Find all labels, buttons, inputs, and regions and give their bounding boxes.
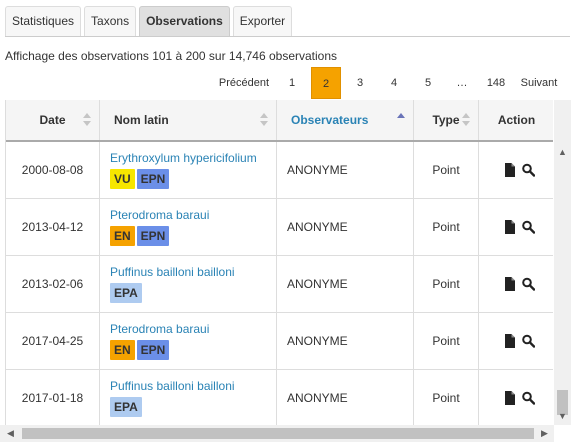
cell-nom-latin: Pterodroma baraui EN EPN (100, 313, 277, 369)
taxon-link[interactable]: Puffinus bailloni bailloni (110, 379, 276, 394)
cell-nom-latin: Puffinus bailloni bailloni EPA (100, 370, 277, 425)
cell-observateur: ANONYME (277, 313, 414, 369)
tab-exporter[interactable]: Exporter (232, 6, 293, 37)
table-body: 2000-08-08 Erythroxylum hypericifolium V… (6, 142, 553, 425)
sort-icon (83, 113, 91, 127)
horizontal-scrollbar[interactable]: ◀ ▶ (0, 425, 554, 442)
column-header-nom-latin[interactable]: Nom latin (100, 100, 277, 140)
cell-action (479, 199, 553, 255)
sort-icon (462, 113, 470, 127)
magnifier-icon[interactable] (522, 391, 540, 407)
tab-taxons[interactable]: Taxons (84, 6, 137, 37)
sort-icon (260, 113, 268, 127)
scroll-left-icon[interactable]: ◀ (2, 425, 19, 442)
table-row: 2017-04-25 Pterodroma baraui EN EPN ANONY… (6, 313, 553, 370)
pager-page-4[interactable]: 4 (377, 67, 411, 99)
pager-page-2-current[interactable]: 2 (311, 67, 341, 99)
scroll-right-icon[interactable]: ▶ (536, 425, 553, 442)
document-icon[interactable] (504, 163, 522, 179)
cell-observateur: ANONYME (277, 370, 414, 425)
horizontal-scroll-thumb[interactable] (22, 428, 534, 439)
table-header: Date Nom latin Observateurs Type Action (6, 100, 553, 142)
taxon-link[interactable]: Erythroxylum hypericifolium (110, 151, 276, 166)
magnifier-icon[interactable] (522, 277, 540, 293)
cell-type: Point (414, 313, 479, 369)
status-badge: EPN (136, 226, 170, 246)
cell-type: Point (414, 142, 479, 198)
badge-group: EN EPN (110, 226, 276, 246)
pager-page-5[interactable]: 5 (411, 67, 445, 99)
table-row: 2013-02-06 Puffinus bailloni bailloni EP… (6, 256, 553, 313)
table-row: 2017-01-18 Puffinus bailloni bailloni EP… (6, 370, 553, 425)
column-header-action: Action (497, 113, 536, 127)
column-header-observateurs[interactable]: Observateurs (277, 100, 414, 140)
table-row: 2013-04-12 Pterodroma baraui EN EPN ANONY… (6, 199, 553, 256)
tab-bar: Statistiques Taxons Observations Exporte… (5, 6, 295, 37)
cell-action (479, 370, 553, 425)
taxon-link[interactable]: Pterodroma baraui (110, 322, 276, 337)
table-row: 2000-08-08 Erythroxylum hypericifolium V… (6, 142, 553, 199)
tab-statistiques[interactable]: Statistiques (5, 6, 82, 37)
observations-table: Date Nom latin Observateurs Type Action … (5, 100, 553, 425)
document-icon[interactable] (504, 277, 522, 293)
badge-group: EPA (110, 283, 276, 303)
cell-observateur: ANONYME (277, 142, 414, 198)
badge-group: EPA (110, 397, 276, 417)
magnifier-icon[interactable] (522, 334, 540, 350)
badge-group: EN EPN (110, 340, 276, 360)
cell-type: Point (414, 370, 479, 425)
scroll-up-icon[interactable]: ▲ (554, 144, 571, 161)
pagination: Précédent 1 2 3 4 5 … 148 Suivant (213, 67, 565, 99)
status-badge: EPN (136, 340, 170, 360)
status-badge: EN (110, 340, 135, 360)
pager-page-last[interactable]: 148 (479, 67, 513, 99)
sort-ascending-icon (397, 113, 405, 127)
cell-date: 2017-04-25 (6, 313, 100, 369)
vertical-scrollbar[interactable]: ▲ ▼ (554, 100, 571, 425)
cell-nom-latin: Pterodroma baraui EN EPN (100, 199, 277, 255)
column-header-date[interactable]: Date (6, 100, 100, 140)
cell-action (479, 313, 553, 369)
document-icon[interactable] (504, 391, 522, 407)
pager-page-3[interactable]: 3 (343, 67, 377, 99)
magnifier-icon[interactable] (522, 220, 540, 236)
taxon-link[interactable]: Pterodroma baraui (110, 208, 276, 223)
cell-observateur: ANONYME (277, 199, 414, 255)
pager-page-1[interactable]: 1 (275, 67, 309, 99)
status-badge: EPA (110, 283, 142, 303)
tab-observations[interactable]: Observations (139, 6, 230, 37)
taxon-link[interactable]: Puffinus bailloni bailloni (110, 265, 276, 280)
status-badge: EN (110, 226, 135, 246)
tabs-divider (5, 36, 570, 37)
status-badge: EPN (136, 169, 170, 189)
cell-observateur: ANONYME (277, 256, 414, 312)
pager-previous[interactable]: Précédent (213, 67, 275, 99)
cell-date: 2013-02-06 (6, 256, 100, 312)
document-icon[interactable] (504, 334, 522, 350)
results-summary: Affichage des observations 101 à 200 sur… (5, 49, 338, 63)
cell-date: 2000-08-08 (6, 142, 100, 198)
magnifier-icon[interactable] (522, 163, 540, 179)
pager-ellipsis: … (456, 77, 468, 89)
document-icon[interactable] (504, 220, 522, 236)
cell-action (479, 142, 553, 198)
pager-next[interactable]: Suivant (513, 67, 565, 99)
cell-nom-latin: Puffinus bailloni bailloni EPA (100, 256, 277, 312)
scroll-down-icon[interactable]: ▼ (554, 408, 571, 425)
status-badge: VU (110, 169, 135, 189)
badge-group: VU EPN (110, 169, 276, 189)
cell-type: Point (414, 199, 479, 255)
cell-date: 2013-04-12 (6, 199, 100, 255)
status-badge: EPA (110, 397, 142, 417)
column-header-type[interactable]: Type (414, 100, 479, 140)
cell-action (479, 256, 553, 312)
cell-type: Point (414, 256, 479, 312)
cell-nom-latin: Erythroxylum hypericifolium VU EPN (100, 142, 277, 198)
cell-date: 2017-01-18 (6, 370, 100, 425)
